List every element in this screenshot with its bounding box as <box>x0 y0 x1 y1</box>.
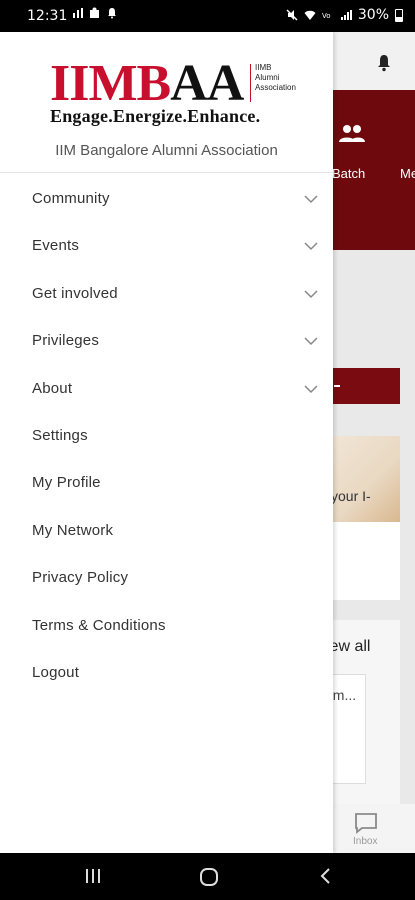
menu-item-label: Privileges <box>32 332 100 350</box>
back-icon[interactable] <box>318 867 332 885</box>
chevron-down-icon <box>304 290 318 298</box>
logo-wordmark: IIMBAA <box>50 55 244 112</box>
more-label[interactable]: Me <box>400 166 415 181</box>
drawer-menu: Community Events Get involved Privileges… <box>0 173 333 694</box>
menu-item-privileges[interactable]: Privileges <box>0 315 333 362</box>
menu-item-label: Terms & Conditions <box>32 616 166 634</box>
promo-text: your I- <box>331 488 371 504</box>
inbox-tab[interactable]: Inbox <box>320 804 415 853</box>
iimbaa-logo: IIMBAA IIMB Alumni Association Engage.En… <box>50 58 315 128</box>
menu-item-my-profile[interactable]: My Profile <box>0 457 333 504</box>
battery-percent: 30% <box>357 7 389 23</box>
menu-item-label: Get involved <box>32 284 118 302</box>
status-bar: 12:31 Vo 30% <box>0 0 415 32</box>
menu-item-community[interactable]: Community <box>0 173 333 220</box>
batch-label[interactable]: Batch <box>332 166 365 181</box>
menu-item-events[interactable]: Events <box>0 220 333 267</box>
menu-item-get-involved[interactable]: Get involved <box>0 268 333 315</box>
chart-icon <box>73 8 83 18</box>
menu-item-my-network[interactable]: My Network <box>0 505 333 552</box>
menu-item-label: Privacy Policy <box>32 569 129 587</box>
organization-name: IIM Bangalore Alumni Association <box>55 142 278 159</box>
menu-item-logout[interactable]: Logout <box>0 647 333 694</box>
menu-item-about[interactable]: About <box>0 363 333 410</box>
puzzle-icon <box>90 7 99 18</box>
notification-bell-icon <box>108 8 116 19</box>
hero-banner: Batch Me <box>320 90 415 250</box>
logo-mark-red: IIMB <box>50 55 171 112</box>
menu-item-label: Events <box>32 237 80 255</box>
people-icon <box>339 125 365 142</box>
signal-icon <box>340 10 352 20</box>
logo-divider <box>250 64 251 102</box>
recent-apps-icon[interactable] <box>84 867 102 885</box>
inbox-label: Inbox <box>353 836 378 847</box>
mute-icon <box>286 9 298 21</box>
menu-item-privacy-policy[interactable]: Privacy Policy <box>0 552 333 599</box>
chevron-down-icon <box>304 337 318 346</box>
menu-item-label: Community <box>32 190 110 207</box>
notification-bell-icon[interactable] <box>376 54 392 72</box>
logo-subtitle: IIMB Alumni Association <box>255 63 296 92</box>
menu-item-terms-conditions[interactable]: Terms & Conditions <box>0 600 333 647</box>
chevron-down-icon <box>304 195 318 204</box>
chevron-down-icon <box>304 242 318 251</box>
chat-icon <box>355 813 377 834</box>
menu-item-label: Settings <box>32 426 88 444</box>
volte-icon: Vo <box>322 12 331 20</box>
menu-item-label: About <box>32 379 73 397</box>
menu-item-label: My Network <box>32 521 114 539</box>
menu-item-settings[interactable]: Settings <box>0 410 333 457</box>
logo-tagline: Engage.Energize.Enhance. <box>50 106 261 126</box>
clock: 12:31 <box>27 8 68 24</box>
home-icon[interactable] <box>199 867 219 887</box>
menu-item-label: Logout <box>32 663 80 681</box>
logo-mark-black: AA <box>170 55 244 112</box>
svg-text:Vo: Vo <box>322 12 331 20</box>
system-nav-bar <box>0 853 415 900</box>
chevron-down-icon <box>304 385 318 393</box>
navigation-drawer: IIMBAA IIMB Alumni Association Engage.En… <box>0 32 333 853</box>
menu-item-label: My Profile <box>32 474 101 492</box>
battery-icon <box>395 8 403 22</box>
wifi-icon <box>304 10 316 20</box>
